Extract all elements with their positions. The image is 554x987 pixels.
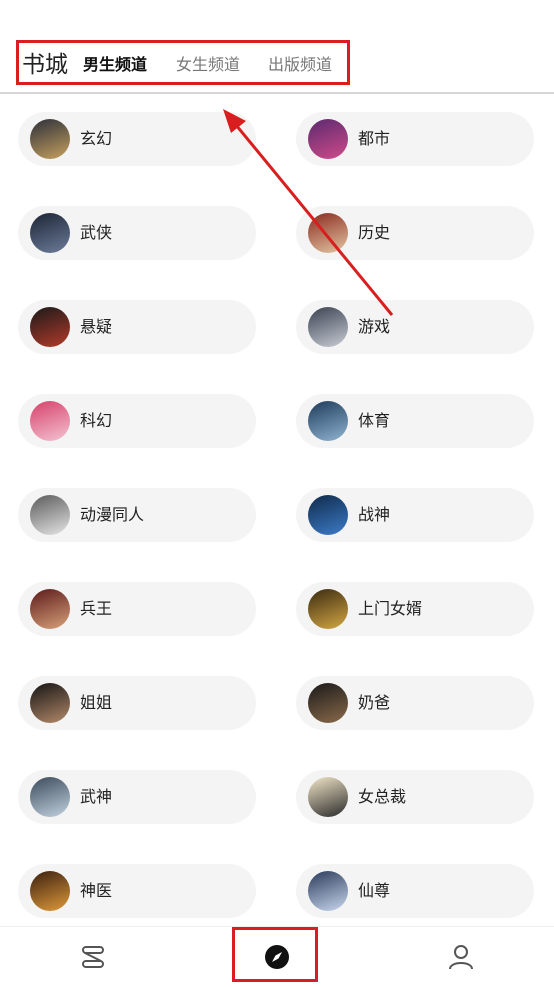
page-title: 书城	[22, 52, 68, 78]
category-cover-thumbnail	[30, 495, 70, 535]
category-cover-thumbnail	[308, 871, 348, 911]
category-cover-thumbnail	[308, 401, 348, 441]
category-label: 玄幻	[80, 129, 113, 148]
nav-bookshelf-button[interactable]	[53, 927, 133, 987]
category-cover-thumbnail	[308, 777, 348, 817]
category-label: 动漫同人	[80, 505, 145, 524]
tab-male-channel[interactable]: 男生频道	[83, 51, 147, 75]
category-cover-thumbnail	[30, 871, 70, 911]
category-cover-thumbnail	[308, 683, 348, 723]
category-label: 奶爸	[358, 693, 391, 712]
nav-profile-button[interactable]	[421, 927, 501, 987]
category-cover-thumbnail	[308, 307, 348, 347]
category-item[interactable]: 动漫同人	[18, 488, 256, 542]
category-cover-thumbnail	[30, 683, 70, 723]
category-label: 武神	[80, 787, 113, 806]
category-cover-thumbnail	[30, 307, 70, 347]
category-item[interactable]: 玄幻	[18, 112, 256, 166]
category-item[interactable]: 体育	[296, 394, 534, 448]
category-label: 历史	[358, 223, 391, 242]
bookshelf-icon	[82, 946, 104, 968]
category-cover-thumbnail	[30, 777, 70, 817]
category-item[interactable]: 仙尊	[296, 864, 534, 918]
category-item[interactable]: 武神	[18, 770, 256, 824]
category-item[interactable]: 战神	[296, 488, 534, 542]
category-item[interactable]: 神医	[18, 864, 256, 918]
category-label: 女总裁	[358, 787, 407, 806]
category-label: 上门女婿	[358, 599, 423, 618]
category-item[interactable]: 都市	[296, 112, 534, 166]
category-cover-thumbnail	[308, 213, 348, 253]
category-label: 都市	[358, 129, 391, 148]
category-item[interactable]: 历史	[296, 206, 534, 260]
category-label: 武侠	[80, 223, 113, 242]
category-label: 神医	[80, 881, 113, 900]
category-cover-thumbnail	[308, 589, 348, 629]
category-cover-thumbnail	[30, 213, 70, 253]
compass-icon	[265, 945, 289, 969]
bottom-nav	[0, 926, 554, 986]
category-label: 游戏	[358, 317, 391, 336]
category-item[interactable]: 兵王	[18, 582, 256, 636]
category-item[interactable]: 武侠	[18, 206, 256, 260]
nav-discover-button[interactable]	[237, 927, 317, 987]
category-cover-thumbnail	[30, 119, 70, 159]
category-cover-thumbnail	[308, 495, 348, 535]
category-label: 悬疑	[80, 317, 113, 336]
category-label: 战神	[358, 505, 391, 524]
category-label: 兵王	[80, 599, 113, 618]
tab-female-channel[interactable]: 女生频道	[176, 51, 240, 75]
category-item[interactable]: 游戏	[296, 300, 534, 354]
category-cover-thumbnail	[30, 589, 70, 629]
category-label: 科幻	[80, 411, 113, 430]
category-item[interactable]: 上门女婿	[296, 582, 534, 636]
tab-publishing-channel[interactable]: 出版频道	[268, 51, 332, 75]
category-item[interactable]: 科幻	[18, 394, 256, 448]
category-item[interactable]: 女总裁	[296, 770, 534, 824]
category-label: 体育	[358, 411, 391, 430]
category-label: 仙尊	[358, 881, 391, 900]
category-label: 姐姐	[80, 693, 113, 712]
header: 书城 男生频道 女生频道 出版频道	[0, 0, 554, 94]
profile-icon	[449, 945, 473, 970]
category-cover-thumbnail	[30, 401, 70, 441]
category-item[interactable]: 悬疑	[18, 300, 256, 354]
category-item[interactable]: 姐姐	[18, 676, 256, 730]
category-cover-thumbnail	[308, 119, 348, 159]
category-item[interactable]: 奶爸	[296, 676, 534, 730]
